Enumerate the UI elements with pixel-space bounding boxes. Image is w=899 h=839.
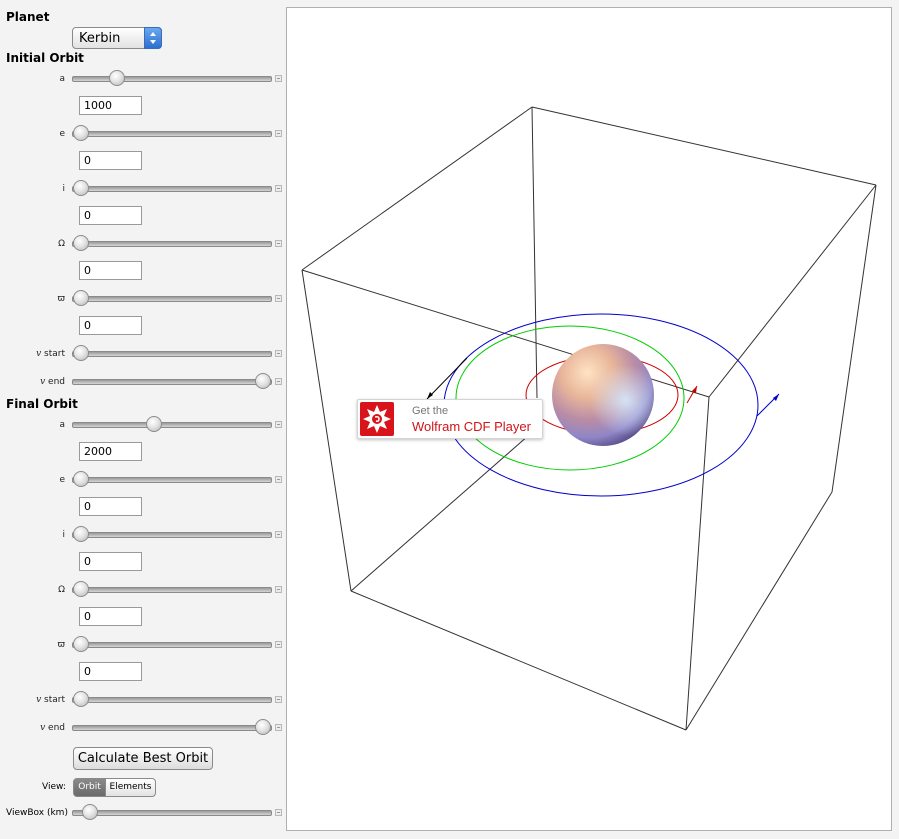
final-i-field[interactable]: 0 <box>79 552 142 571</box>
initial-v-end-expand-icon[interactable] <box>275 378 282 385</box>
initial-v-start-slider[interactable] <box>72 345 272 361</box>
planet-highlight <box>552 344 654 446</box>
initial-omega-label: Ω <box>58 239 65 249</box>
initial-i-slider[interactable] <box>72 180 272 196</box>
slider-thumb[interactable] <box>73 471 89 487</box>
final-v-start-slider[interactable] <box>72 691 272 707</box>
initial-e-field[interactable]: 0 <box>79 151 142 170</box>
final-omega-expand-icon[interactable] <box>275 586 282 593</box>
final-w-label: ϖ <box>57 640 65 650</box>
slider-thumb[interactable] <box>73 345 89 361</box>
final-e-slider[interactable] <box>72 471 272 487</box>
planet-select-value: Kerbin <box>79 31 121 46</box>
slider-thumb[interactable] <box>73 125 89 141</box>
initial-v-start-expand-icon[interactable] <box>275 350 282 357</box>
slider-thumb[interactable] <box>73 526 89 542</box>
velocity-line <box>426 357 468 400</box>
initial-orbit-heading: Initial Orbit <box>6 51 84 65</box>
initial-w-field[interactable]: 0 <box>79 316 142 335</box>
cdf-badge-line1: Get the <box>412 405 449 417</box>
final-e-label: e <box>59 475 65 485</box>
slider-thumb[interactable] <box>73 235 89 251</box>
final-omega-slider[interactable] <box>72 581 272 597</box>
final-i-label: i <box>62 530 65 540</box>
initial-a-field[interactable]: 1000 <box>79 96 142 115</box>
initial-i-label: i <box>62 184 65 194</box>
view-label: View: <box>42 782 66 792</box>
final-a-field[interactable]: 2000 <box>79 442 142 461</box>
final-w-slider[interactable] <box>72 636 272 652</box>
initial-w-expand-icon[interactable] <box>275 295 282 302</box>
final-v-end-slider[interactable] <box>72 719 272 735</box>
wolfram-spikey-icon <box>360 402 394 436</box>
final-omega-label: Ω <box>58 585 65 595</box>
view-orbit-button[interactable]: Orbit <box>73 778 106 797</box>
initial-i-expand-icon[interactable] <box>275 185 282 192</box>
initial-omega-expand-icon[interactable] <box>275 240 282 247</box>
slider-thumb[interactable] <box>255 719 271 735</box>
final-omega-field[interactable]: 0 <box>79 607 142 626</box>
slider-thumb[interactable] <box>82 804 99 820</box>
slider-thumb[interactable] <box>73 691 89 707</box>
planet-heading: Planet <box>6 10 50 24</box>
viewbox-slider[interactable] <box>72 804 272 820</box>
slider-thumb[interactable] <box>73 636 89 652</box>
slider-thumb[interactable] <box>255 373 271 389</box>
final-v-end-expand-icon[interactable] <box>275 724 282 731</box>
initial-e-slider[interactable] <box>72 125 272 141</box>
initial-a-label: a <box>59 74 65 84</box>
cdf-player-badge[interactable]: Get the Wolfram CDF Player <box>357 399 543 439</box>
initial-a-expand-icon[interactable] <box>275 75 282 82</box>
final-w-field[interactable]: 0 <box>79 662 142 681</box>
view-elements-button[interactable]: Elements <box>105 778 156 797</box>
initial-i-field[interactable]: 0 <box>79 206 142 225</box>
initial-v-end-slider[interactable] <box>72 373 272 389</box>
initial-v-end-label: v end <box>40 377 65 387</box>
final-a-label: a <box>59 420 65 430</box>
planet-select[interactable]: Kerbin <box>72 27 162 49</box>
final-v-start-label: v start <box>36 695 65 705</box>
calculate-best-orbit-button[interactable]: Calculate Best Orbit <box>73 747 213 770</box>
final-orbit-heading: Final Orbit <box>6 397 78 411</box>
final-v-end-label: v end <box>40 723 65 733</box>
initial-omega-field[interactable]: 0 <box>79 261 142 280</box>
cdf-badge-line2: Wolfram CDF Player <box>412 419 531 434</box>
slider-thumb[interactable] <box>109 70 126 86</box>
final-i-slider[interactable] <box>72 526 272 542</box>
initial-omega-slider[interactable] <box>72 235 272 251</box>
control-panel: Planet Kerbin Initial Orbit a 1000 e 0 i… <box>0 0 285 839</box>
final-w-expand-icon[interactable] <box>275 641 282 648</box>
slider-thumb[interactable] <box>73 581 89 597</box>
final-i-expand-icon[interactable] <box>275 531 282 538</box>
initial-w-label: ϖ <box>57 294 65 304</box>
viewbox-expand-icon[interactable] <box>275 809 282 816</box>
final-e-field[interactable]: 0 <box>79 497 142 516</box>
final-a-expand-icon[interactable] <box>275 421 282 428</box>
initial-v-start-label: v start <box>36 349 65 359</box>
select-arrows-icon <box>144 27 162 49</box>
slider-thumb[interactable] <box>145 416 162 432</box>
final-a-slider[interactable] <box>72 416 272 432</box>
initial-e-expand-icon[interactable] <box>275 130 282 137</box>
initial-e-label: e <box>59 129 65 139</box>
velocity-arrow-head-icon <box>427 392 433 399</box>
slider-thumb[interactable] <box>73 180 89 196</box>
initial-a-slider[interactable] <box>72 70 272 86</box>
final-arrow-head-icon <box>773 394 779 401</box>
slider-thumb[interactable] <box>73 290 89 306</box>
final-e-expand-icon[interactable] <box>275 476 282 483</box>
orbit-3d-plot[interactable]: Get the Wolfram CDF Player <box>286 7 892 831</box>
initial-w-slider[interactable] <box>72 290 272 306</box>
viewbox-label: ViewBox (km) <box>6 808 68 818</box>
final-v-start-expand-icon[interactable] <box>275 696 282 703</box>
